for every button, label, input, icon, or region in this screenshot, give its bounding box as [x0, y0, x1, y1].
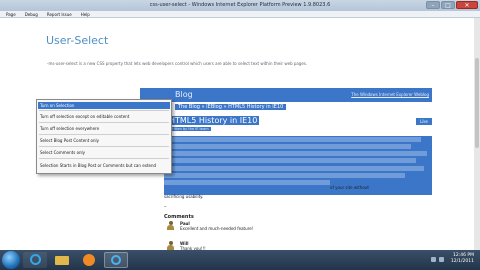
blog-header: Blog The Windows Internet Explorer Weblo…	[140, 88, 432, 102]
media-player-icon	[83, 254, 95, 266]
selected-text-line	[164, 180, 432, 187]
post-body-tail: of your site without	[330, 185, 369, 190]
window-title: css-user-select - Windows Internet Explo…	[149, 2, 331, 8]
ie-preview-taskbar-button[interactable]	[104, 252, 128, 268]
menu-divider	[39, 158, 169, 159]
vertical-scrollbar[interactable]	[474, 18, 480, 250]
menu-item-comments-only[interactable]: Select Comments only	[40, 150, 85, 155]
window-controls: – □ ✕	[426, 1, 478, 9]
selected-post-body[interactable]	[164, 136, 432, 195]
menu-divider	[39, 110, 169, 111]
menu-debug[interactable]: Debug	[25, 11, 38, 17]
menu-item-turn-on-selection[interactable]: Turn on Selection	[38, 102, 170, 109]
blog-tagline-link[interactable]: The Windows Internet Explorer Weblog	[351, 92, 429, 97]
internet-explorer-taskbar-button[interactable]	[23, 252, 47, 268]
menu-item-selection-extends[interactable]: Selection Starts in Blog Post or Comment…	[40, 163, 156, 168]
menu-help[interactable]: Help	[81, 11, 90, 17]
selected-text-line	[164, 143, 432, 150]
selected-text-line	[164, 172, 432, 179]
menu-divider	[39, 122, 169, 123]
comment-text: Excellent and much-needed feature!	[180, 226, 254, 231]
menu-divider	[39, 146, 169, 147]
page-content: User-Select -ms-user-select is a new CSS…	[0, 18, 480, 251]
post-body-last: sacrificing usability.	[164, 194, 204, 199]
maximize-button[interactable]: □	[441, 1, 455, 9]
menu-divider	[39, 134, 169, 135]
menu-item-off-everywhere[interactable]: Turn off selection everywhere	[40, 126, 99, 131]
page-title: User-Select	[46, 34, 109, 47]
taskbar: 12:46 PM 12/1/2011	[0, 250, 480, 270]
selected-text-line	[164, 158, 432, 165]
avatar	[167, 221, 174, 230]
selection-mode-menu: Turn on Selection Turn off selection exc…	[36, 99, 172, 174]
network-icon[interactable]	[431, 257, 436, 262]
menu-item-blog-post-only[interactable]: Select Blog Post Content only	[40, 138, 99, 143]
selected-text-line	[164, 151, 432, 158]
file-explorer-taskbar-button[interactable]	[50, 252, 74, 268]
ie-preview-icon	[111, 255, 121, 265]
minimize-button[interactable]: –	[426, 1, 440, 9]
clock[interactable]: 12:46 PM 12/1/2011	[451, 253, 474, 265]
window-titlebar: css-user-select - Windows Internet Explo…	[0, 0, 480, 11]
post-meta: Written by the IE team	[167, 127, 211, 131]
blog-title: Blog	[175, 90, 193, 99]
menu-bar: Page Debug Report Issue Help	[0, 11, 480, 18]
clock-date: 12/1/2011	[450, 259, 474, 264]
menu-page[interactable]: Page	[6, 11, 16, 17]
start-button[interactable]	[2, 251, 20, 269]
media-player-taskbar-button[interactable]	[77, 252, 101, 268]
internet-explorer-icon	[30, 254, 41, 265]
notification-area	[431, 257, 444, 262]
close-button[interactable]: ✕	[456, 1, 478, 9]
breadcrumb: The Blog » IEBlog » HTML5 History in IE1…	[175, 104, 287, 110]
selected-text-line	[164, 136, 432, 143]
blog-frame: Blog The Windows Internet Explorer Weblo…	[140, 88, 432, 251]
scrollbar-thumb[interactable]	[475, 58, 479, 148]
like-button[interactable]: Like	[416, 118, 432, 125]
menu-report-issue[interactable]: Report Issue	[47, 11, 72, 17]
folder-icon	[55, 256, 69, 265]
selected-text-line	[164, 165, 432, 172]
page-description: -ms-user-select is a new CSS property th…	[47, 61, 308, 66]
volume-icon[interactable]	[439, 257, 444, 262]
comments-heading: Comments	[164, 214, 194, 220]
post-title[interactable]: HTML5 History in IE10	[167, 116, 260, 125]
avatar	[167, 241, 174, 250]
post-separator: –	[164, 204, 167, 210]
menu-item-off-except-editable[interactable]: Turn off selection except on editable co…	[40, 114, 129, 119]
